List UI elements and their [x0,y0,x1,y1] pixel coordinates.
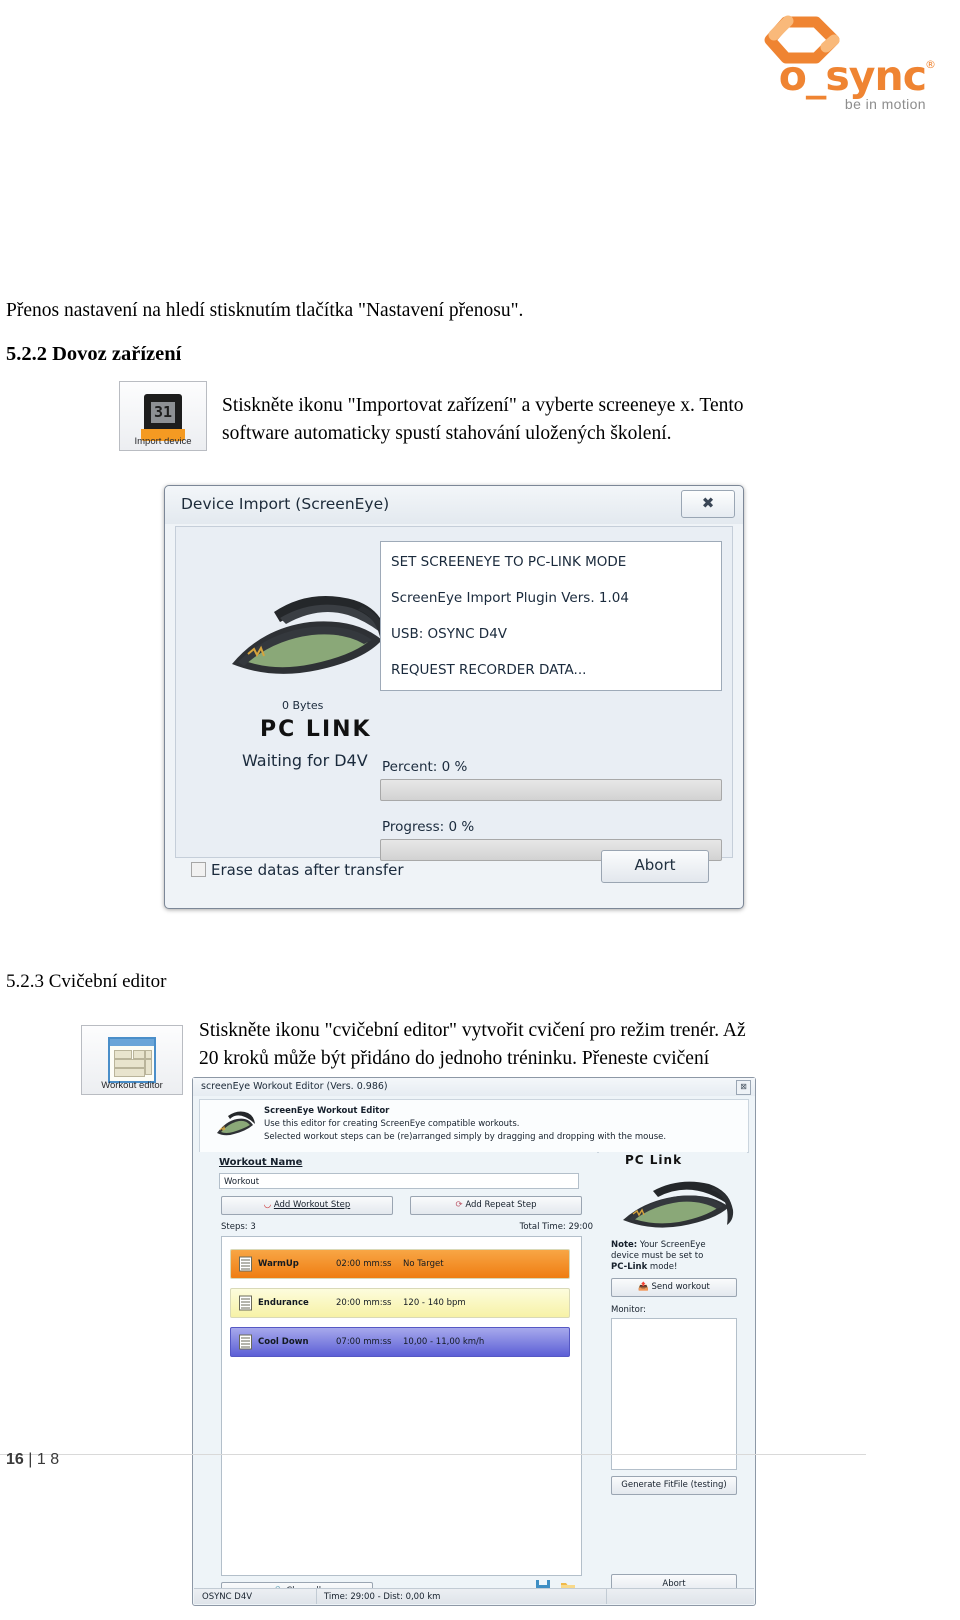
page-number: 16 | 1 8 [6,1451,59,1469]
section-5-2-3-body-line2: 20 kroků může být přidáno do jednoho tré… [199,1048,710,1069]
import-device-caption: Import device [134,436,192,447]
heading-5-2-2: 5.2.2 Dovoz zařízení [6,343,182,365]
waiting-label: Waiting for D4V [242,751,368,770]
status-summary: Time: 29:00 - Dist: 0,00 km [324,1592,441,1602]
section-5-2-3-body-line1: Stiskněte ikonu "cvičební editor" vytvoř… [199,1020,746,1041]
workout-editor-tile[interactable]: Workout editor [81,1025,183,1095]
footer-rule [0,1454,866,1455]
steps-count-label: Steps: 3 [221,1222,256,1232]
screeneye-visor-small-icon [217,1111,255,1136]
editor-left-column: Workout Name Workout ◡ Add Workout Step … [199,1152,597,1601]
step-target: 10,00 - 11,00 km/h [403,1337,485,1347]
close-icon[interactable]: ⊠ [736,1080,751,1095]
import-log-box: SET SCREENEYE TO PC-LINK MODE ScreenEye … [380,541,722,691]
drag-handle-icon[interactable] [239,1334,252,1350]
brand-wordmark: o_sync [778,52,927,100]
erase-datas-checkbox[interactable] [191,862,206,877]
step-name: Cool Down [258,1337,309,1347]
workout-editor-icon [108,1037,156,1083]
page-separator: | [28,1451,33,1468]
brand-logo: o_sync ® be in motion [718,14,938,112]
close-icon[interactable]: ✖ [681,490,735,518]
screeneye-visor-image [623,1181,734,1228]
add-repeat-step-button[interactable]: ⟳ Add Repeat Step [410,1196,582,1215]
page-total: 1 8 [36,1451,60,1468]
step-time: 20:00 mm:ss [336,1298,392,1308]
status-divider-1 [316,1589,317,1604]
step-name: WarmUp [258,1259,299,1269]
total-time-label: Total Time: 29:00 [519,1222,593,1232]
workout-editor-title: screenEye Workout Editor (Vers. 0.986) [201,1081,388,1092]
abort-button[interactable]: Abort [601,850,709,883]
progress-label: Progress: 0 % [382,819,475,835]
import-device-tile[interactable]: 31 Import device [119,381,207,451]
section-5-2-2-body-line1: Stiskněte ikonu "Importovat zařízení" a … [222,395,744,416]
editor-statusbar: OSYNC D4V Time: 29:00 - Dist: 0,00 km [194,1588,754,1604]
step-row-warmup[interactable]: WarmUp 02:00 mm:ss No Target [230,1249,570,1279]
add-workout-step-button[interactable]: ◡ Add Workout Step [221,1196,393,1215]
note-line3: mode! [647,1262,678,1272]
bytes-label: 0 Bytes [282,699,324,712]
monitor-label: Monitor: [611,1305,647,1315]
workout-editor-caption: Workout editor [101,1080,163,1091]
step-row-cooldown[interactable]: Cool Down 07:00 mm:ss 10,00 - 11,00 km/h [230,1327,570,1357]
pclink-label: PC Link [625,1153,683,1167]
log-line-1: SET SCREENEYE TO PC-LINK MODE [391,554,627,570]
pclink-label: PC LINK [260,717,372,742]
editor-right-column: PC Link Note: Your ScreenEye device must… [599,1152,747,1595]
note-line2: device must be set to [611,1251,704,1261]
editor-header-title: ScreenEye Workout Editor [264,1106,390,1116]
add-workout-step-label: Add Workout Step [273,1200,351,1210]
log-line-3: USB: OSYNC D4V [391,626,508,642]
drag-handle-icon[interactable] [239,1295,252,1311]
drag-handle-icon[interactable] [239,1256,252,1272]
step-name: Endurance [258,1298,309,1308]
device-import-dialog: Device Import (ScreenEye) ✖ 0 Bytes PC L… [164,485,744,909]
note-prefix: Note: [611,1240,638,1250]
add-repeat-step-label: Add Repeat Step [465,1200,537,1210]
percent-progressbar [380,779,722,801]
workout-name-value: Workout [224,1177,260,1187]
workout-name-label: Workout Name [219,1157,303,1168]
dialog-content-group: 0 Bytes PC LINK Waiting for D4V SET SCRE… [175,526,733,861]
step-time: 02:00 mm:ss [336,1259,392,1269]
note-bold2: PC-Link [611,1262,648,1272]
screeneye-visor-image [232,596,389,674]
generate-fitfile-button[interactable]: Generate FitFile (testing) [611,1476,737,1495]
step-row-endurance[interactable]: Endurance 20:00 mm:ss 120 - 140 bpm [230,1288,570,1318]
workout-name-input[interactable]: Workout [219,1173,579,1189]
section-5-2-2-body-line2: software automaticky spustí stahování ul… [222,423,672,444]
send-workout-button[interactable]: 📤 Send workout [611,1278,737,1297]
status-device: OSYNC D4V [202,1592,253,1602]
percent-label: Percent: 0 % [382,759,468,775]
monitor-textarea[interactable] [611,1318,737,1470]
editor-header-line1: Use this editor for creating ScreenEye c… [264,1119,520,1129]
brand-tagline: be in motion [844,96,926,112]
erase-datas-label: Erase datas after transfer [211,861,404,879]
log-line-2: ScreenEye Import Plugin Vers. 1.04 [391,590,629,606]
note-line1: Your ScreenEye [637,1240,706,1250]
heading-5-2-3: 5.2.3 Cvičební editor [6,971,167,992]
registered-mark: ® [925,58,936,71]
editor-header-panel: ScreenEye Workout Editor Use this editor… [199,1099,749,1153]
step-target: No Target [403,1259,444,1269]
step-time: 07:00 mm:ss [336,1337,392,1347]
status-divider-2 [606,1589,607,1604]
log-line-4: REQUEST RECORDER DATA... [391,662,587,678]
send-workout-label: Send workout [651,1282,710,1292]
editor-header-line2: Selected workout steps can be (re)arrang… [264,1132,667,1142]
steps-list[interactable]: WarmUp 02:00 mm:ss No Target Endurance 2… [221,1236,582,1576]
step-target: 120 - 140 bpm [403,1298,466,1308]
page-current: 16 [6,1451,24,1468]
intro-paragraph: Přenos nastavení na hledí stisknutím tla… [6,300,524,321]
dialog-title: Device Import (ScreenEye) [181,495,390,513]
workout-editor-dialog: screenEye Workout Editor (Vers. 0.986) ⊠… [192,1077,756,1606]
